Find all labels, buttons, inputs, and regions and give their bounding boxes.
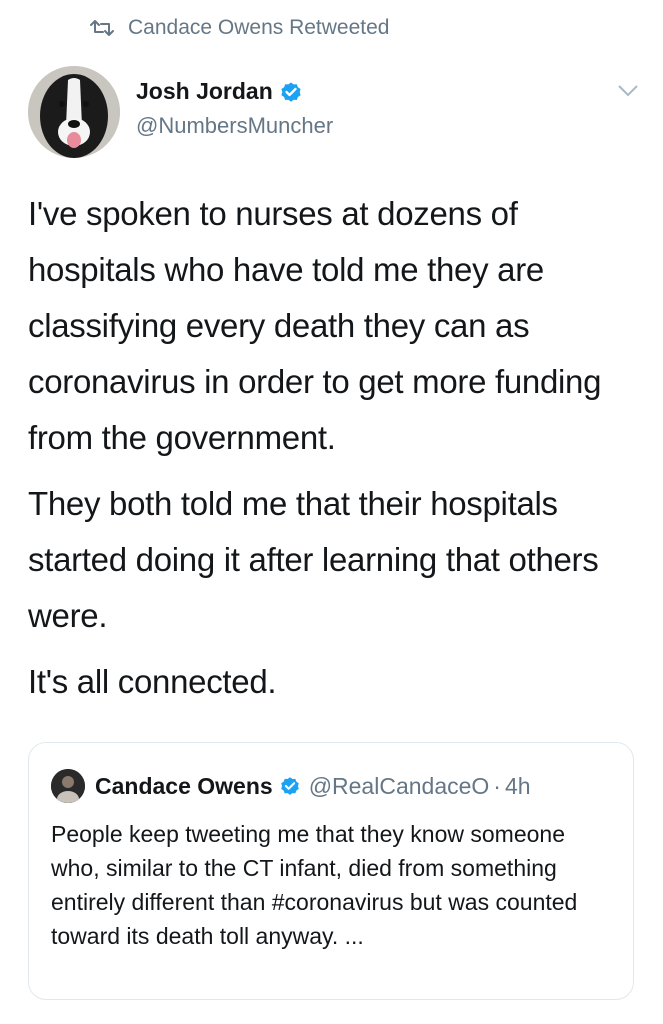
quoted-tweet-text: People keep tweeting me that they know s…: [51, 821, 578, 949]
tweet-author[interactable]: Josh Jordan @NumbersMuncher: [136, 78, 333, 139]
tweet-paragraph: They both told me that their hospitals s…: [28, 485, 599, 634]
retweet-context-label: Candace Owens Retweeted: [128, 16, 390, 39]
retweet-context: Candace Owens Retweeted: [90, 16, 390, 40]
verified-badge-icon: [281, 82, 301, 102]
quoted-timestamp[interactable]: 4h: [505, 773, 531, 800]
author-name[interactable]: Josh Jordan: [136, 78, 273, 105]
author-handle[interactable]: @NumbersMuncher: [136, 113, 333, 139]
dog-avatar-icon: [28, 66, 120, 158]
avatar[interactable]: [28, 66, 120, 158]
quoted-author-name[interactable]: Candace Owens: [95, 773, 273, 800]
tweet-paragraph: I've spoken to nurses at dozens of hospi…: [28, 195, 602, 456]
quoted-avatar[interactable]: [51, 769, 85, 803]
retweet-icon: [90, 20, 114, 36]
tweet-text: I've spoken to nurses at dozens of hospi…: [28, 186, 638, 720]
person-avatar-icon: [51, 769, 85, 803]
time-separator: ·: [493, 772, 501, 799]
verified-badge-icon: [280, 777, 299, 795]
quoted-tweet-header: Candace Owens @RealCandaceO · 4h: [51, 769, 531, 803]
quoted-author-handle[interactable]: @RealCandaceO: [309, 773, 490, 800]
quoted-tweet[interactable]: Candace Owens @RealCandaceO · 4h People …: [28, 742, 634, 1000]
tweet-paragraph: It's all connected.: [28, 663, 277, 700]
chevron-down-icon[interactable]: [617, 84, 639, 98]
